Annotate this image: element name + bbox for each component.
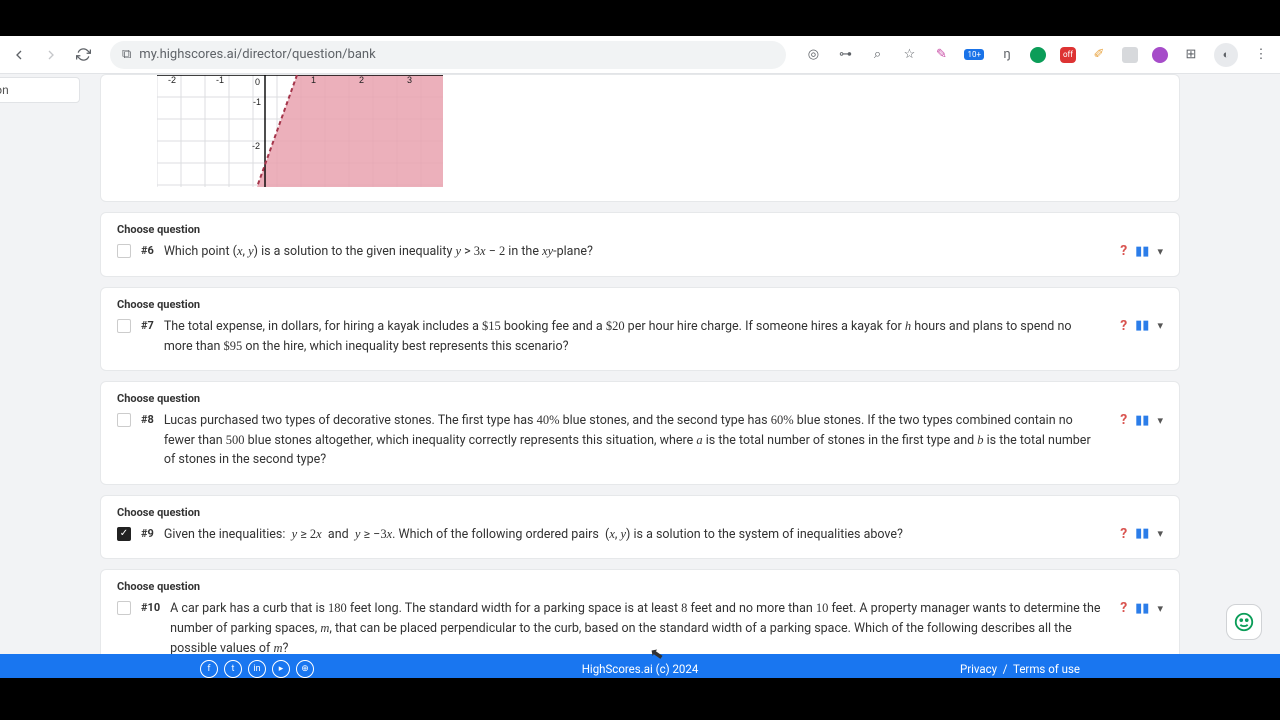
password-icon[interactable]: ⊶ xyxy=(836,46,854,64)
choose-label: Choose question xyxy=(117,223,1163,236)
svg-text:3: 3 xyxy=(407,75,412,85)
question-tools: ? ▮▮ ▾ xyxy=(1120,318,1163,334)
twitter-icon[interactable]: t xyxy=(224,660,242,678)
question-text: Given the inequalities: y ≥ 2x and y ≥ −… xyxy=(164,525,1163,545)
question-checkbox-9[interactable]: ✓ xyxy=(117,527,131,541)
svg-text:-2: -2 xyxy=(252,141,260,151)
question-checkbox-10[interactable] xyxy=(117,601,131,615)
sidebar-tab-question[interactable]: Question xyxy=(0,77,80,103)
url-text: my.highscores.ai/director/question/bank xyxy=(139,47,375,62)
svg-text:-1: -1 xyxy=(216,75,224,85)
svg-text:-2: -2 xyxy=(168,75,176,85)
question-checkbox-8[interactable] xyxy=(117,413,131,427)
window-letterbox-top xyxy=(0,0,1280,36)
site-info-icon[interactable]: ⧉ xyxy=(122,47,131,62)
extension-green-icon[interactable] xyxy=(1030,47,1046,63)
question-tools: ? ▮▮ ▾ xyxy=(1120,243,1163,259)
help-icon[interactable]: ? xyxy=(1120,526,1127,542)
question-card-8: Choose question #8 Lucas purchased two t… xyxy=(100,381,1180,484)
question-checkbox-7[interactable] xyxy=(117,319,131,333)
choose-label: Choose question xyxy=(117,298,1163,311)
zoom-icon[interactable]: ⌕ xyxy=(868,46,886,64)
question-text: The total expense, in dollars, for hirin… xyxy=(164,317,1163,357)
location-icon[interactable]: ◎ xyxy=(804,46,822,64)
question-card-7: Choose question #7 The total expense, in… xyxy=(100,287,1180,372)
book-icon[interactable]: ▮▮ xyxy=(1135,526,1149,541)
question-number: #10 xyxy=(141,601,160,614)
question-tools: ? ▮▮ ▾ xyxy=(1120,600,1163,616)
chevron-down-icon[interactable]: ▾ xyxy=(1157,319,1163,332)
question-text: A car park has a curb that is 180 feet l… xyxy=(170,599,1163,658)
book-icon[interactable]: ▮▮ xyxy=(1135,601,1149,616)
extension-badge-10[interactable]: 10+ xyxy=(964,49,984,60)
profile-avatar[interactable]: ◐ xyxy=(1214,43,1238,67)
bookmark-star-icon[interactable]: ☆ xyxy=(900,46,918,64)
extension-pencil-icon[interactable]: ✎ xyxy=(932,46,950,64)
browser-chrome: ⧉ my.highscores.ai/director/question/ban… xyxy=(0,36,1280,74)
chevron-down-icon[interactable]: ▾ xyxy=(1157,414,1163,427)
svg-text:2: 2 xyxy=(359,75,364,85)
window-letterbox-bottom xyxy=(0,678,1280,684)
kebab-menu-icon[interactable]: ⋮ xyxy=(1252,46,1270,64)
chevron-down-icon[interactable]: ▾ xyxy=(1157,245,1163,258)
question-tools: ? ▮▮ ▾ xyxy=(1120,412,1163,428)
question-number: #6 xyxy=(141,244,154,257)
footer-links: Privacy / Terms of use xyxy=(960,662,1080,676)
web-icon[interactable]: ⊕ xyxy=(296,660,314,678)
chevron-down-icon[interactable]: ▾ xyxy=(1157,602,1163,615)
question-card-9: Choose question ✓ #9 Given the inequalit… xyxy=(100,495,1180,560)
help-icon[interactable]: ? xyxy=(1120,412,1127,428)
help-icon[interactable]: ? xyxy=(1120,243,1127,259)
help-icon[interactable]: ? xyxy=(1120,318,1127,334)
choose-label: Choose question xyxy=(117,392,1163,405)
terms-link[interactable]: Terms of use xyxy=(1013,662,1080,676)
address-bar[interactable]: ⧉ my.highscores.ai/director/question/ban… xyxy=(110,41,786,69)
social-links: f t in ▸ ⊕ xyxy=(200,660,314,678)
extension-grey-icon[interactable] xyxy=(1122,47,1138,63)
question-number: #9 xyxy=(141,527,154,540)
question-card-6: Choose question #6 Which point (x, y) is… xyxy=(100,212,1180,277)
sidebar-tab-label: Question xyxy=(0,83,9,97)
question-number: #8 xyxy=(141,413,154,426)
footer-copyright: HighScores.ai (c) 2024 xyxy=(582,662,699,676)
page-body: Question xyxy=(0,74,1280,684)
book-icon[interactable]: ▮▮ xyxy=(1135,244,1149,259)
question-checkbox-6[interactable] xyxy=(117,244,131,258)
forward-button[interactable] xyxy=(42,46,60,64)
facebook-icon[interactable]: f xyxy=(200,660,218,678)
book-icon[interactable]: ▮▮ xyxy=(1135,318,1149,333)
chevron-down-icon[interactable]: ▾ xyxy=(1157,527,1163,540)
extension-nl-icon[interactable]: ŋ xyxy=(998,46,1016,64)
choose-label: Choose question xyxy=(117,580,1163,593)
choose-label: Choose question xyxy=(117,506,1163,519)
help-icon[interactable]: ? xyxy=(1120,600,1127,616)
question-text: Which point (x, y) is a solution to the … xyxy=(164,242,1163,262)
inequality-graph: -2 -1 0 1 2 3 -1 -2 xyxy=(157,75,443,187)
question-tools: ? ▮▮ ▾ xyxy=(1120,526,1163,542)
linkedin-icon[interactable]: in xyxy=(248,660,266,678)
extension-purple-icon[interactable] xyxy=(1152,47,1168,63)
extension-brush-icon[interactable]: ✐ xyxy=(1090,46,1108,64)
extension-off-icon[interactable]: off xyxy=(1060,47,1076,63)
chat-fab[interactable] xyxy=(1226,604,1262,640)
question-card-graph: -2 -1 0 1 2 3 -1 -2 xyxy=(100,74,1180,202)
svg-text:-1: -1 xyxy=(253,97,261,107)
extensions-puzzle-icon[interactable]: ⊞ xyxy=(1182,46,1200,64)
back-button[interactable] xyxy=(10,46,28,64)
privacy-link[interactable]: Privacy xyxy=(960,662,997,676)
reload-button[interactable] xyxy=(74,46,92,64)
question-number: #7 xyxy=(141,319,154,332)
youtube-icon[interactable]: ▸ xyxy=(272,660,290,678)
svg-text:1: 1 xyxy=(311,75,316,85)
svg-text:0: 0 xyxy=(255,77,260,87)
question-text: Lucas purchased two types of decorative … xyxy=(164,411,1163,469)
book-icon[interactable]: ▮▮ xyxy=(1135,413,1149,428)
